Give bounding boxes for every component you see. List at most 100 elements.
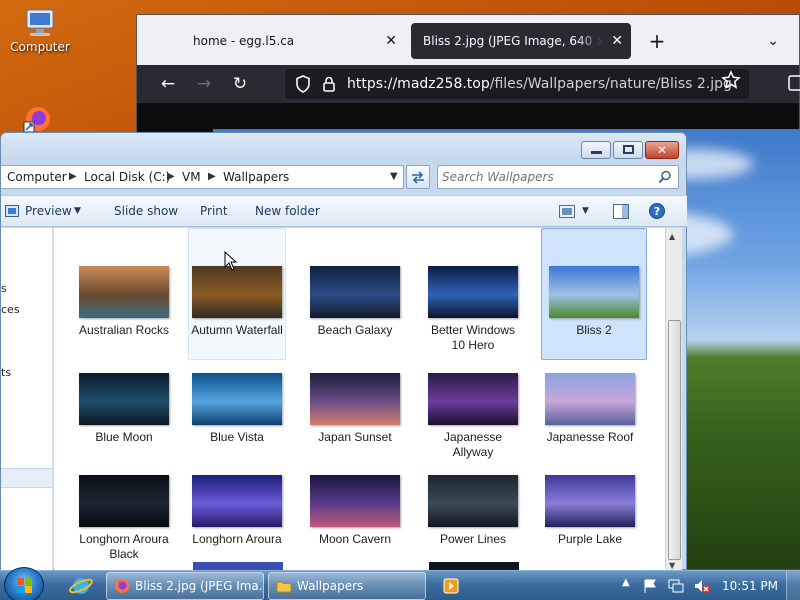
back-arrow-icon[interactable]: ← [155,71,181,97]
file-item[interactable]: Beach Galaxy [306,228,404,360]
file-item[interactable]: Better Windows 10 Hero [424,228,522,360]
title-bar[interactable]: ✕ [1,133,686,163]
file-item[interactable]: Japanesse Roof [541,362,639,454]
taskbar-firefox-task[interactable]: Bliss 2.jpg (JPEG Ima... [106,572,264,600]
close-button[interactable]: ✕ [645,141,679,159]
file-item-label: Blue Moon [95,430,153,444]
file-item-label: Japanesse Allyway [443,430,503,459]
file-item[interactable]: Blue Moon [75,362,173,454]
firefox-shortcut-icon[interactable] [22,104,54,134]
nav-item-fragment[interactable]: ts [1,366,11,379]
nav-item-fragment[interactable]: ces [1,303,20,316]
desktop-computer-shortcut[interactable]: Computer [0,8,80,54]
search-box[interactable] [437,165,679,189]
file-item-label: Japanesse Roof [546,430,634,444]
show-desktop-button[interactable] [786,571,800,600]
system-clock[interactable]: 10:51 PM [722,571,778,600]
breadcrumb-separator-icon[interactable]: ▶ [69,166,77,188]
wallpaper-thumbnail [192,266,282,318]
svg-text:?: ? [654,205,660,218]
file-item-label: Longhorn Aroura [192,532,282,546]
file-item[interactable]: Moon Cavern [306,464,404,556]
search-input[interactable] [442,168,652,186]
shield-icon[interactable] [293,74,313,94]
file-item[interactable]: Power Lines [424,464,522,556]
tab-title: home - egg.l5.ca [193,34,295,48]
print-button[interactable]: Print [200,196,228,226]
minimize-icon [591,151,602,154]
file-item[interactable]: Longhorn Aroura [188,464,286,556]
tab-title: Bliss 2.jpg (JPEG Image, 640 × 426 pixel… [423,34,603,48]
internet-explorer-icon [68,578,94,594]
extensions-icon[interactable] [787,74,800,94]
wallpaper-thumbnail [310,475,400,527]
url-bar[interactable]: https://madz258.top/files/Wallpapers/nat… [285,69,749,99]
tab-bliss-image[interactable]: Bliss 2.jpg (JPEG Image, 640 × 426 pixel… [411,23,631,59]
show-hidden-icons-icon[interactable]: ▲ [622,577,630,588]
new-folder-button[interactable]: New folder [255,196,320,226]
preview-dropdown-icon[interactable]: ▼ [74,196,81,226]
breadcrumb-separator-icon[interactable]: ▶ [208,166,216,188]
preview-pane-icon[interactable] [613,204,629,219]
file-item-label: Autumn Waterfall [191,323,283,337]
close-tab-icon[interactable]: ✕ [611,23,623,59]
internet-explorer-pin[interactable] [66,573,96,599]
change-view-icon[interactable] [559,205,575,218]
nav-item-fragment[interactable]: s [1,282,7,295]
file-item-label: Japan Sunset [318,430,392,444]
preview-icon[interactable] [5,205,19,217]
url-text: https://madz258.top/files/Wallpapers/nat… [347,69,732,99]
file-item[interactable]: Longhorn Aroura Black [75,464,173,561]
file-item-label: Bliss 2 [576,323,612,337]
wallpaper-thumbnail [545,475,635,527]
breadcrumb-computer[interactable]: Computer [7,166,67,188]
task-label: Bliss 2.jpg (JPEG Ima... [135,579,264,593]
volume-muted-icon[interactable] [694,578,710,594]
taskbar-explorer-task[interactable]: Wallpapers [268,572,426,600]
breadcrumb-local-disk[interactable]: Local Disk (C:) [84,166,170,188]
file-item[interactable]: Blue Vista [188,362,286,454]
file-item[interactable]: Japan Sunset [306,362,404,454]
address-dropdown-icon[interactable]: ▼ [390,166,398,188]
breadcrumb-wallpapers[interactable]: Wallpapers [223,166,289,188]
search-icon[interactable] [658,170,672,184]
scroll-down-icon[interactable]: ▼ [669,561,675,570]
new-tab-button[interactable]: + [643,23,671,59]
network-icon[interactable] [668,578,684,594]
media-player-pin[interactable] [436,573,466,599]
forward-arrow-icon[interactable]: → [191,71,217,97]
file-item-label: Purple Lake [557,532,623,546]
folder-icon [276,581,292,593]
file-item-label: Better Windows 10 Hero [430,323,516,352]
bookmark-star-icon[interactable] [721,70,741,90]
lock-icon[interactable] [319,74,339,94]
refresh-button[interactable] [406,165,430,189]
maximize-button[interactable] [613,141,643,159]
breadcrumb-vm[interactable]: VM [182,166,201,188]
address-bar[interactable]: Computer ▶ Local Disk (C:) ▶ VM ▶ Wallpa… [1,165,404,189]
tab-home[interactable]: home - egg.l5.ca ✕ [143,23,405,59]
file-item-label: Moon Cavern [318,532,392,546]
preview-button[interactable]: Preview [25,196,72,226]
action-center-flag-icon[interactable] [642,578,658,594]
breadcrumb-separator-icon[interactable]: ▶ [167,166,175,188]
scroll-thumb[interactable] [668,320,681,560]
reload-icon[interactable]: ↻ [227,71,253,97]
view-dropdown-icon[interactable]: ▼ [582,196,589,226]
list-tabs-chevron-icon[interactable]: ⌄ [767,23,779,59]
help-icon[interactable]: ? [649,203,665,219]
file-item[interactable]: Purple Lake [541,464,639,556]
file-item[interactable]: Australian Rocks [75,228,173,360]
close-tab-icon[interactable]: ✕ [385,23,397,59]
minimize-button[interactable] [581,141,611,159]
start-button[interactable] [4,567,44,600]
explorer-window: ✕ Computer ▶ Local Disk (C:) ▶ VM ▶ Wall… [0,132,687,571]
scroll-up-icon[interactable]: ▲ [669,232,675,241]
slideshow-button[interactable]: Slide show [114,196,178,226]
file-item[interactable]: Japanesse Allyway [424,362,522,459]
wallpaper-thumbnail [428,266,518,318]
file-item[interactable]: Bliss 2 [541,228,647,360]
nav-item-selected[interactable] [1,468,52,488]
file-item[interactable]: Autumn Waterfall [188,228,286,360]
vertical-scrollbar[interactable]: ▲ ▼ [665,228,682,571]
